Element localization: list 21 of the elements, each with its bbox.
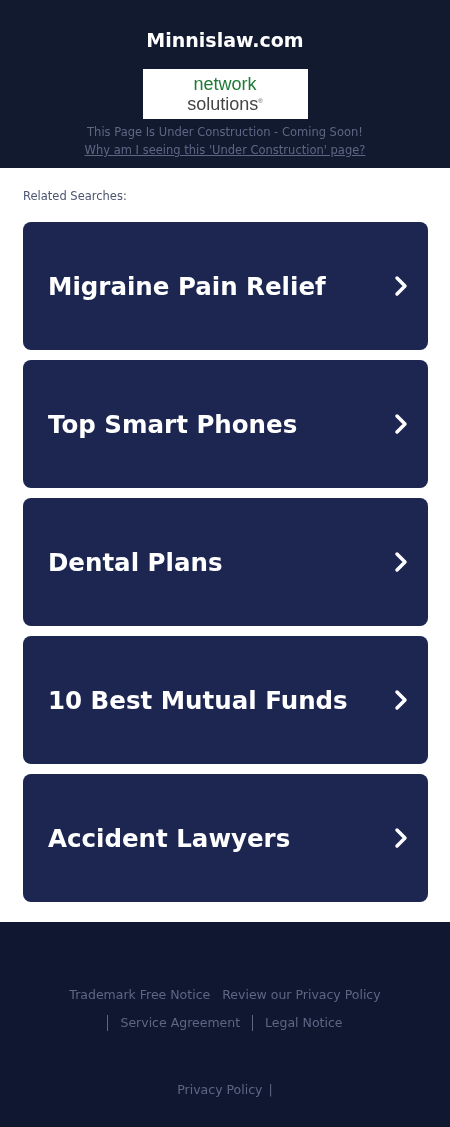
site-title: Minnislaw.com bbox=[146, 29, 304, 51]
footer-link[interactable]: Review our Privacy Policy bbox=[222, 987, 381, 1004]
logo: network solutions$^{®}$ bbox=[142, 69, 308, 119]
section-heading: Related Searches: bbox=[23, 188, 128, 205]
chevron-right-icon bbox=[394, 551, 408, 574]
footer-link[interactable]: Service Agreement bbox=[107, 1015, 241, 1032]
search-link-card[interactable]: Accident Lawyers bbox=[23, 774, 428, 903]
search-link-card[interactable]: Migraine Pain Relief bbox=[23, 222, 428, 351]
search-link-card[interactable]: 10 Best Mutual Funds bbox=[23, 636, 428, 765]
chevron-right-icon bbox=[394, 413, 408, 436]
footer-link[interactable]: Privacy Policy bbox=[177, 1082, 263, 1099]
chevron-right-icon bbox=[394, 275, 408, 298]
chevron-right-icon bbox=[394, 689, 408, 712]
chevron-right-icon bbox=[394, 827, 408, 850]
info-link[interactable]: Why am I seeing this 'Under Construction' page? bbox=[84, 141, 366, 159]
footer-link[interactable]: Trademark Free Notice bbox=[69, 987, 211, 1004]
search-link-card[interactable]: Dental Plans bbox=[23, 498, 428, 627]
notice-text: This Page Is Under Construction - Coming Soon! bbox=[87, 124, 363, 141]
separator-text: | bbox=[268, 1082, 273, 1098]
footer-link[interactable]: Legal Notice bbox=[252, 1015, 343, 1032]
search-link-card[interactable]: Top Smart Phones bbox=[23, 360, 428, 489]
